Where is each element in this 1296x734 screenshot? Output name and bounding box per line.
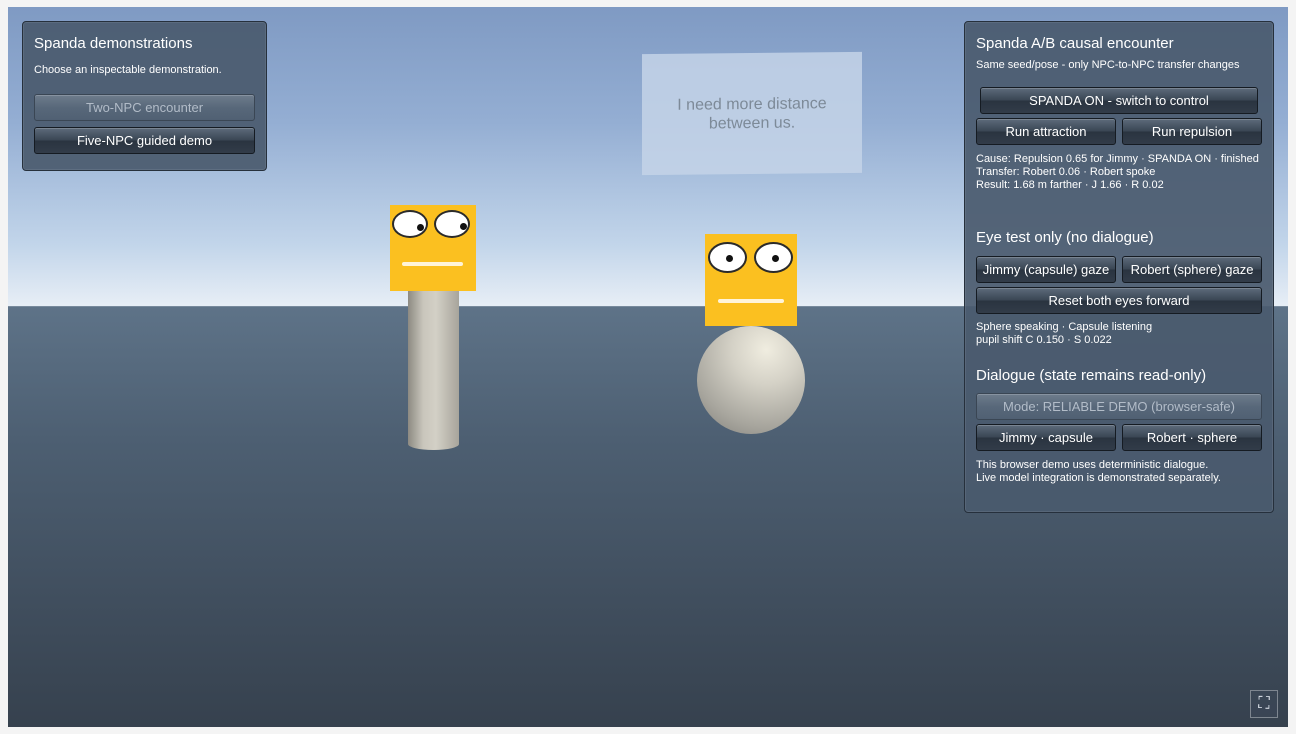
status-transfer: Transfer: Robert 0.06 · Robert spoke bbox=[976, 166, 1156, 178]
causal-encounter-panel: Spanda A/B causal encounter Same seed/po… bbox=[964, 21, 1274, 513]
jimmy-head bbox=[390, 205, 476, 291]
robert-left-pupil bbox=[726, 255, 733, 262]
reset-eyes-button[interactable]: Reset both eyes forward bbox=[976, 287, 1262, 314]
eye-test-info-pupil: pupil shift C 0.150 · S 0.022 bbox=[976, 334, 1112, 346]
speech-bubble: I need more distance between us. bbox=[642, 51, 862, 176]
robert-head bbox=[705, 234, 797, 326]
dialogue-mode-button[interactable]: Mode: RELIABLE DEMO (browser-safe) bbox=[976, 393, 1262, 420]
robert-right-eye bbox=[754, 242, 793, 273]
robert-gaze-button[interactable]: Robert (sphere) gaze bbox=[1122, 256, 1262, 283]
jimmy-gaze-button[interactable]: Jimmy (capsule) gaze bbox=[976, 256, 1116, 283]
robert-left-eye bbox=[708, 242, 747, 273]
jimmy-capsule-body bbox=[408, 290, 459, 450]
robert-dialogue-button[interactable]: Robert · sphere bbox=[1122, 424, 1262, 451]
spanda-toggle-button[interactable]: SPANDA ON - switch to control bbox=[980, 87, 1258, 114]
demonstrations-title: Spanda demonstrations bbox=[34, 35, 193, 52]
game-viewport[interactable]: I need more distance between us. Spanda … bbox=[8, 7, 1288, 727]
speech-bubble-text: I need more distance between us. bbox=[642, 94, 862, 134]
dialogue-note-1: This browser demo uses deterministic dia… bbox=[976, 459, 1209, 471]
robert-right-pupil bbox=[772, 255, 779, 262]
run-attraction-button[interactable]: Run attraction bbox=[976, 118, 1116, 145]
two-npc-encounter-button[interactable]: Two-NPC encounter bbox=[34, 94, 255, 121]
jimmy-dialogue-button[interactable]: Jimmy · capsule bbox=[976, 424, 1116, 451]
jimmy-mouth bbox=[402, 262, 463, 266]
five-npc-guided-demo-button[interactable]: Five-NPC guided demo bbox=[34, 127, 255, 154]
jimmy-right-pupil bbox=[460, 223, 467, 230]
fullscreen-icon: ⛶ bbox=[1258, 695, 1270, 712]
robert-mouth bbox=[718, 299, 784, 303]
dialogue-note-2: Live model integration is demonstrated s… bbox=[976, 472, 1221, 484]
run-repulsion-button[interactable]: Run repulsion bbox=[1122, 118, 1262, 145]
status-result: Result: 1.68 m farther · J 1.66 · R 0.02 bbox=[976, 179, 1164, 191]
demonstrations-subtitle: Choose an inspectable demonstration. bbox=[34, 64, 222, 76]
robert-sphere-body bbox=[697, 326, 805, 434]
dialogue-heading: Dialogue (state remains read-only) bbox=[976, 367, 1207, 384]
eye-test-heading: Eye test only (no dialogue) bbox=[976, 229, 1154, 246]
speech-line-1: I need more distance bbox=[677, 95, 827, 114]
jimmy-left-pupil bbox=[417, 224, 424, 231]
speech-line-2: between us. bbox=[708, 114, 796, 133]
jimmy-right-eye bbox=[434, 210, 470, 238]
causal-encounter-subtitle: Same seed/pose - only NPC-to-NPC transfe… bbox=[976, 59, 1240, 71]
status-cause: Cause: Repulsion 0.65 for Jimmy · SPANDA… bbox=[976, 153, 1259, 165]
fullscreen-button[interactable]: ⛶ bbox=[1250, 690, 1278, 718]
jimmy-left-eye bbox=[392, 210, 428, 238]
causal-encounter-title: Spanda A/B causal encounter bbox=[976, 35, 1174, 52]
eye-test-info-speaking: Sphere speaking · Capsule listening bbox=[976, 321, 1153, 333]
demonstrations-panel: Spanda demonstrations Choose an inspecta… bbox=[22, 21, 267, 171]
